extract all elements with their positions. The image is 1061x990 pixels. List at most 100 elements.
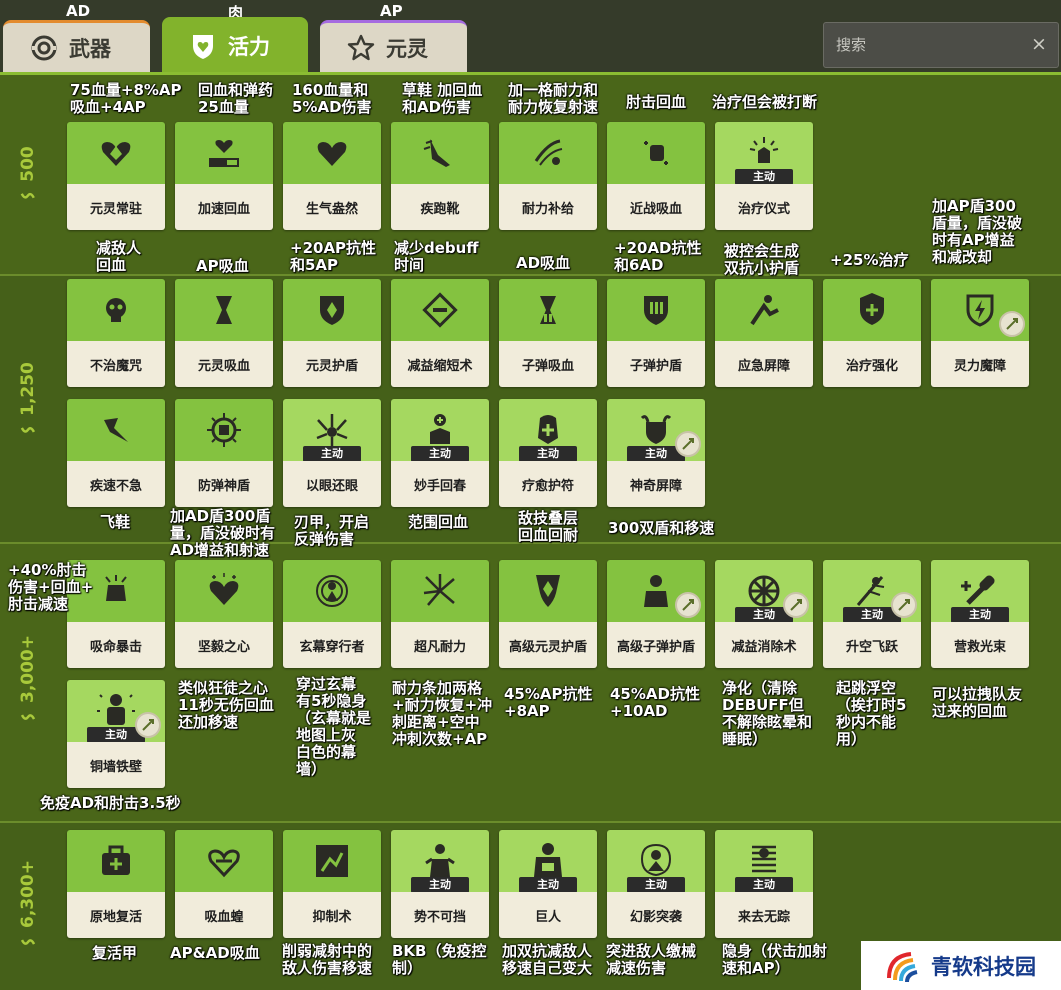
item-card[interactable]: 元灵吸血 [175,279,273,387]
active-badge: 主动 [735,169,793,185]
item-name: 疾速不急 [67,461,165,507]
item-annotation: 45%AP抗性 +8AP [504,685,593,720]
item-card[interactable]: 主动 升空飞跃 [823,560,921,668]
item-annotation: AD吸血 [516,254,571,272]
item-name: 幻影突袭 [607,892,705,938]
item-card[interactable]: 疾跑靴 [391,122,489,230]
item-card[interactable]: 主动 幻影突袭 [607,830,705,938]
item-name: 元灵常驻 [67,184,165,230]
item-annotation: 刃甲，开启 反弹伤害 [294,513,370,548]
component-upgrade-icon [783,592,809,618]
item-card[interactable]: 不治魔咒 [67,279,165,387]
item-annotation: +40%肘击 伤害+回血+ 肘击减速 [8,561,94,613]
item-name: 减益缩短术 [391,341,489,387]
item-card[interactable]: 主动 铜墙铁壁 [67,680,165,788]
bullet-shield-icon [644,296,668,325]
item-art [499,560,597,622]
tier-price-6300: 6,300+ [8,835,48,975]
item-card[interactable]: 玄幕穿行者 [283,560,381,668]
tab-weapon[interactable]: 武器 [3,20,150,72]
item-card[interactable]: 主动 以眼还眼 [283,399,381,507]
item-card[interactable]: 高级元灵护盾 [499,560,597,668]
item-card[interactable]: 高级子弹护盾 [607,560,705,668]
spirit-heart-icon [101,142,131,166]
item-name: 神奇屏障 [607,461,705,507]
item-art [175,279,273,341]
item-annotation: 草鞋 加回血 和AD伤害 [402,81,483,116]
item-card[interactable]: 坚毅之心 [175,560,273,668]
item-card[interactable]: 主动 神奇屏障 [607,399,705,507]
item-card[interactable]: 主动 势不可挡 [391,830,489,938]
tab-vitality[interactable]: 活力 [162,17,308,75]
item-card[interactable]: 应急屏障 [715,279,813,387]
item-card[interactable]: 抑制术 [283,830,381,938]
active-badge: 主动 [627,877,685,893]
item-card[interactable]: 灵力魔障 [931,279,1029,387]
item-card[interactable]: 防弹神盾 [175,399,273,507]
item-art [499,279,597,341]
item-card[interactable]: 主动 营救光束 [931,560,1029,668]
item-card[interactable]: 主动 巨人 [499,830,597,938]
search-input[interactable] [824,23,1024,67]
item-card[interactable]: 耐力补给 [499,122,597,230]
item-card[interactable]: 近战吸血 [607,122,705,230]
item-card[interactable]: 疾速不急 [67,399,165,507]
item-annotation: 治疗但会被打断 [712,93,818,111]
item-card[interactable]: 主动 治疗仪式 [715,122,813,230]
item-card[interactable]: 加速回血 [175,122,273,230]
healing-amulet-icon [538,415,558,444]
item-card[interactable]: 子弹吸血 [499,279,597,387]
item-art [67,399,165,461]
item-name: 加速回血 [175,184,273,230]
item-annotation: AP吸血 [196,257,249,275]
item-card[interactable]: 吸血蝗 [175,830,273,938]
spirit-shield-icon [320,296,344,325]
tier-price-label: 3,000+ [18,634,38,704]
item-card[interactable]: 主动 妙手回春 [391,399,489,507]
active-badge: 主动 [519,877,577,893]
item-card[interactable]: 主动 来去无踪 [715,830,813,938]
tab-spirit[interactable]: 元灵 [320,20,467,72]
item-card[interactable]: 元灵常驻 [67,122,165,230]
item-annotation: 范围回血 [408,513,469,531]
active-badge: 主动 [303,446,361,462]
item-annotation: AP&AD吸血 [170,944,260,962]
tier-price-label: 6,300+ [18,859,38,929]
item-name: 灵力魔障 [931,341,1029,387]
watermark: 青软科技园 [861,941,1061,990]
health-bar-icon [209,140,239,167]
item-art [67,830,165,892]
magic-barrier-icon [640,415,672,444]
item-card[interactable]: 主动 减益消除术 [715,560,813,668]
item-card[interactable]: 元灵护盾 [283,279,381,387]
item-art [391,560,489,622]
item-card[interactable]: 主动 疗愈护符 [499,399,597,507]
item-card[interactable]: 超凡耐力 [391,560,489,668]
item-card[interactable]: 治疗强化 [823,279,921,387]
item-card[interactable]: 生气盎然 [283,122,381,230]
tier-price-1250: 1,250 [8,300,48,500]
item-annotation: 减敌人 回血 [96,239,142,274]
item-name: 高级元灵护盾 [499,622,597,668]
spirit-icon [347,34,375,60]
sprint-boots-icon [423,139,450,167]
revive-icon [102,845,130,875]
item-annotation: 起跳浮空 （挨打时5 秒内不能 用） [836,679,907,748]
item-annotation: BKB（免疫控 制） [392,942,487,977]
leech-icon [208,849,240,878]
active-badge: 主动 [735,877,793,893]
item-card[interactable]: 子弹护盾 [607,279,705,387]
item-name: 抑制术 [283,892,381,938]
item-name: 疾跑靴 [391,184,489,230]
close-icon[interactable]: × [1028,32,1050,56]
item-card[interactable]: 原地复活 [67,830,165,938]
rescue-beam-icon [961,575,995,605]
component-upgrade-icon [999,311,1025,337]
melee-lifesteal-icon [644,141,668,165]
item-name: 耐力补给 [499,184,597,230]
item-art [67,279,165,341]
item-annotation: 隐身（伏击加射 速和AP） [722,942,828,977]
item-annotation: 45%AD抗性 +10AD [610,685,700,720]
item-name: 治疗强化 [823,341,921,387]
item-card[interactable]: 减益缩短术 [391,279,489,387]
